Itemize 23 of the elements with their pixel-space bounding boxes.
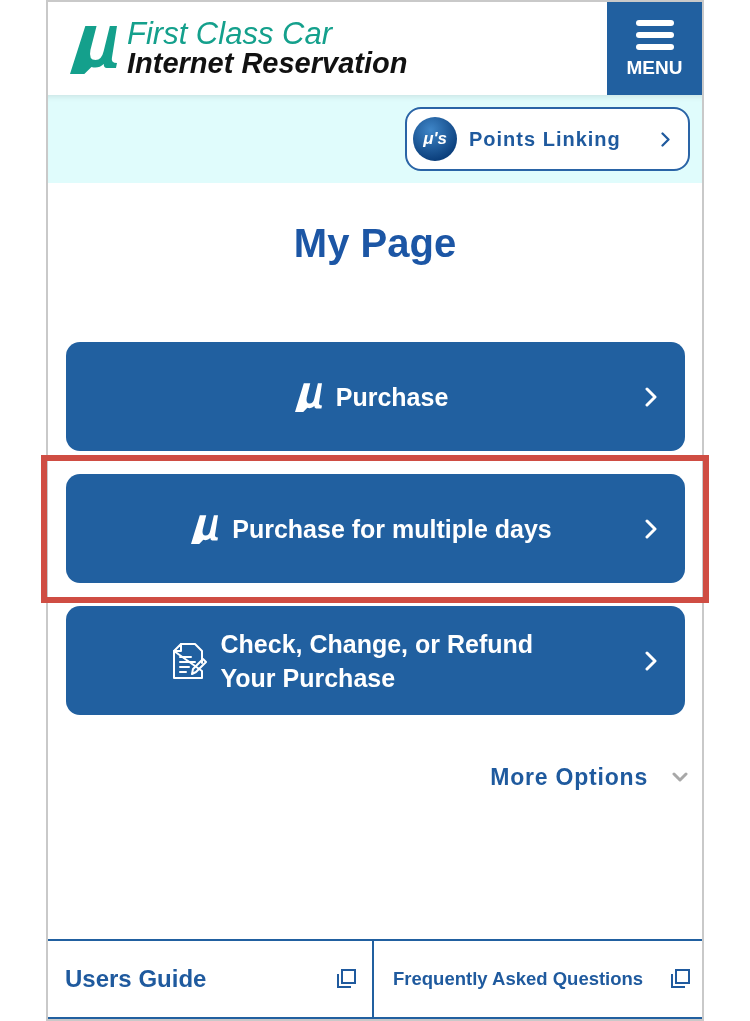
brand-subtitle: Internet Reservation <box>127 47 408 78</box>
new-window-icon <box>670 969 690 989</box>
chevron-right-icon <box>661 131 670 147</box>
document-edit-icon <box>172 642 207 679</box>
chevron-right-icon <box>645 518 657 539</box>
mu-logo-icon <box>191 513 219 544</box>
faq-link[interactable]: Frequently Asked Questions <box>374 941 702 1017</box>
mu-logo-icon <box>294 381 322 412</box>
menu-button[interactable]: MENU <box>607 2 702 95</box>
more-options-toggle[interactable]: More Options <box>490 762 688 792</box>
menu-icon <box>635 20 674 50</box>
new-window-icon <box>336 969 356 989</box>
chevron-right-icon <box>645 386 657 407</box>
points-linking-button[interactable]: μ's Points Linking <box>405 107 690 171</box>
menu-item-button[interactable]: Check, Change, or Refund Your Purchase <box>66 606 685 715</box>
menu-item-button[interactable]: Purchase <box>66 342 685 451</box>
menu-item-button[interactable]: Purchase for multiple days <box>66 474 685 583</box>
chevron-right-icon <box>645 650 657 671</box>
points-logo: μ's <box>413 117 457 161</box>
brand-title: First Class Car <box>127 19 334 48</box>
mu-logo-icon <box>70 23 117 74</box>
users-guide-link[interactable]: Users Guide <box>48 941 374 1017</box>
page-title: My Page <box>292 221 458 265</box>
